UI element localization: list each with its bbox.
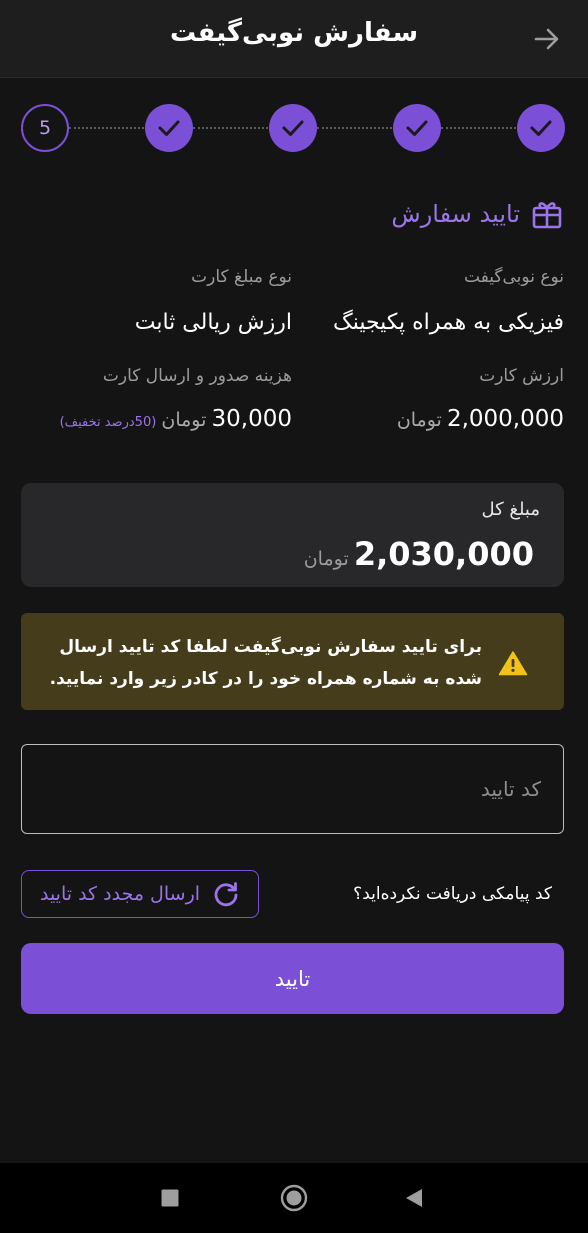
card-value-amount: 2,000,000 تومان [397,406,564,432]
warning-text: برای تایید سفارش نوبی‌گیفت لطفا کد تایید… [49,637,482,689]
step-4 [145,104,193,152]
home-icon[interactable] [279,1183,309,1213]
card-amount-type-value: ارزش ریالی ثابت [134,310,292,335]
fee-discount-badge: (50درصد تخفیف) [59,415,157,430]
verification-code-input[interactable] [21,744,564,834]
checkmark-icon [158,120,180,136]
card-value-number: 2,000,000 [446,406,564,432]
checkmark-icon [530,120,552,136]
refresh-icon [214,882,238,907]
total-label: مبلغ کل [481,499,540,520]
resend-code-button[interactable]: ارسال مجدد کد تایید [21,870,259,918]
total-amount: 2,030,000 تومان [304,535,534,573]
arrow-right-icon[interactable] [532,24,562,54]
fee-currency: تومان [161,409,207,431]
card-value-label: ارزش کارت [479,366,564,386]
step-connector [69,127,144,129]
back-triangle-icon[interactable] [401,1185,427,1211]
confirm-button[interactable]: تایید [21,943,564,1014]
fee-amount: 30,000 تومان (50درصد تخفیف) [60,406,292,432]
step-5: 5 [21,104,69,152]
recent-apps-icon[interactable] [157,1185,183,1211]
step-2 [393,104,441,152]
fee-label: هزینه صدور و ارسال کارت [102,366,292,386]
total-number: 2,030,000 [353,535,534,573]
card-amount-type-label: نوع مبلغ کارت [191,267,292,287]
step-number: 5 [38,117,52,139]
section-title: تایید سفارش [391,200,520,228]
progress-stepper: 5 [0,100,588,154]
system-navigation-bar [0,1163,588,1233]
section-heading: تایید سفارش [391,197,564,231]
app-header: سفارش نوبی‌گیفت [0,0,588,78]
total-currency: تومان [303,548,349,570]
resend-button-label: ارسال مجدد کد تایید [39,883,201,905]
resend-question: کد پیامکی دریافت نکرده‌اید؟ [353,884,552,904]
step-1 [517,104,565,152]
step-3 [269,104,317,152]
order-confirmation-screen: سفارش نوبی‌گیفت 5 [0,0,588,1233]
step-connector [193,127,268,129]
checkmark-icon [282,120,304,136]
checkmark-icon [406,120,428,136]
step-connector [441,127,516,129]
page-title: سفارش نوبی‌گیفت [169,18,419,48]
step-connector [317,127,392,129]
gift-type-value: فیزیکی به همراه پکیجینگ [333,310,564,335]
warning-icon [498,651,528,676]
fee-number: 30,000 [211,406,292,432]
total-amount-box: مبلغ کل 2,030,000 تومان [21,483,564,587]
verification-warning: برای تایید سفارش نوبی‌گیفت لطفا کد تایید… [21,613,564,710]
gift-icon [532,202,562,229]
card-value-currency: تومان [396,409,442,431]
gift-type-label: نوع نوبی‌گیفت [464,267,564,287]
